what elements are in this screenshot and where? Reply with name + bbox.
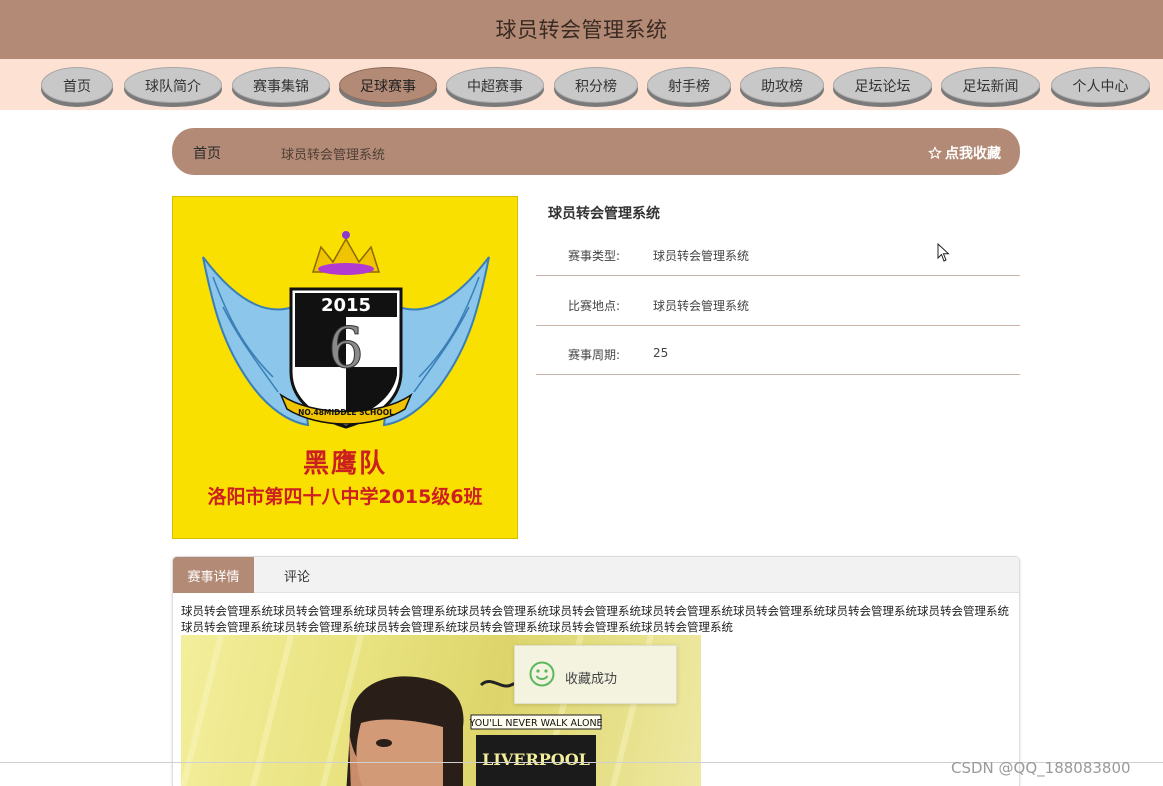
crest-number: 6 [328,316,364,381]
top-header: 球员转会管理系统 [0,0,1163,59]
star-icon [928,146,942,160]
watermark: CSDN @QQ_188083800 [951,759,1131,777]
nav-item-user-center[interactable]: 个人中心 [1051,67,1150,103]
poster-club: LIVERPOOL [482,750,590,769]
smile-icon [529,661,555,687]
breadcrumb-current: 球员转会管理系统 [281,148,386,163]
nav-item-home[interactable]: 首页 [41,67,113,103]
event-title: 球员转会管理系统 [548,206,660,222]
event-detail-text: 球员转会管理系统球员转会管理系统球员转会管理系统球员转会管理系统球员转会管理系统… [181,604,1009,634]
info-row-period: 赛事周期: 25 [536,325,1020,375]
site-title: 球员转会管理系统 [495,18,668,42]
info-row-location: 比赛地点: 球员转会管理系统 [536,276,1020,326]
mouse-cursor-icon [937,243,950,262]
nav-item-standings[interactable]: 积分榜 [554,67,638,103]
info-value: 球员转会管理系统 [653,249,750,263]
crest-year: 2015 [321,295,371,316]
info-value: 25 [653,346,669,360]
tab-bar: 赛事详情 评论 [173,557,1019,593]
info-key: 比赛地点: [568,299,621,313]
nav-item-top-scorers[interactable]: 射手榜 [647,67,731,103]
team-subtitle: 洛阳市第四十八中学2015级6班 [207,486,483,508]
nav-item-forum[interactable]: 足坛论坛 [833,67,932,103]
breadcrumb-home-link[interactable]: 首页 [193,143,221,163]
nav-item-highlights[interactable]: 赛事集锦 [232,67,330,103]
info-value: 球员转会管理系统 [653,299,750,313]
toast-notification: 收藏成功 [514,645,677,704]
nav-item-team-intro[interactable]: 球队简介 [124,67,222,103]
nav-item-news[interactable]: 足坛新闻 [941,67,1040,103]
team-name: 黑鹰队 [302,449,387,479]
crest-ribbon: NO.48MIDDLE SCHOOL [298,408,394,417]
favorite-label: 点我收藏 [945,146,1001,162]
tab-event-detail[interactable]: 赛事详情 [173,557,254,593]
info-key: 赛事类型: [568,249,621,263]
breadcrumb: 首页 球员转会管理系统 点我收藏 [172,128,1020,175]
poster-motto: YOU'LL NEVER WALK ALONE [468,718,602,729]
nav-item-football-events[interactable]: 足球赛事 [339,67,437,103]
nav-item-top-assists[interactable]: 助攻榜 [740,67,824,103]
info-key: 赛事周期: [568,348,621,362]
tab-comment[interactable]: 评论 [269,557,325,593]
event-image: 2015 6 NO.48MIDDLE SCHOOL 黑鹰队 洛阳市第四十八中学2… [172,196,518,539]
favorite-button[interactable]: 点我收藏 [928,143,1001,163]
nav-item-csl-events[interactable]: 中超赛事 [446,67,544,103]
toast-message: 收藏成功 [565,672,618,687]
main-nav: 首页 球队简介 赛事集锦 足球赛事 中超赛事 积分榜 射手榜 助攻榜 足坛论坛 … [0,59,1163,110]
